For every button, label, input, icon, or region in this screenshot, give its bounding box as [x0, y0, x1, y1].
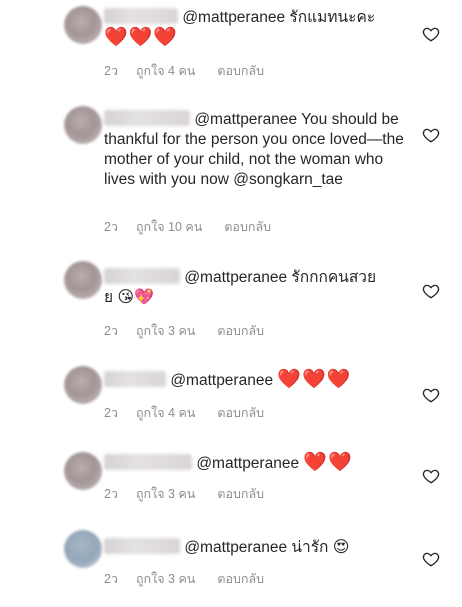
blurred-username[interactable] [104, 110, 190, 126]
blurred-username[interactable] [104, 268, 180, 284]
blurred-username[interactable] [104, 454, 192, 470]
comment-body: น่ารัก [291, 539, 329, 556]
heart-outline-icon[interactable] [422, 467, 440, 485]
like-count[interactable]: ถูกใจ 3 คน [136, 484, 195, 504]
comment-age[interactable]: 2ว [104, 403, 118, 423]
comment-meta: 2ว ถูกใจ 3 คน ตอบกลับ [104, 321, 282, 341]
comment-text: @mattperanee You should be thankful for … [104, 110, 404, 190]
like-count[interactable]: ถูกใจ 10 คน [136, 217, 202, 237]
like-count[interactable]: ถูกใจ 4 คน [136, 403, 195, 423]
blurred-username[interactable] [104, 371, 166, 387]
avatar[interactable] [64, 452, 102, 490]
comment-body: รักกกคนสวย [291, 269, 377, 286]
kiss-heart-emojis: 😘💖 [117, 289, 155, 306]
reply-button[interactable]: ตอบกลับ [217, 569, 264, 589]
comment-meta: 2ว ถูกใจ 10 คน ตอบกลับ [104, 217, 289, 237]
comment-age[interactable]: 2ว [104, 61, 118, 81]
comment-text: @mattperanee ❤️❤️ [104, 453, 404, 474]
heart-outline-icon[interactable] [422, 386, 440, 404]
heart-outline-icon[interactable] [422, 126, 440, 144]
reply-button[interactable]: ตอบกลับ [217, 484, 264, 504]
mention-link[interactable]: @mattperanee [182, 9, 285, 26]
avatar[interactable] [64, 261, 102, 299]
heart-eyes-emoji: 😍 [332, 539, 350, 556]
avatar[interactable] [64, 6, 102, 44]
comment-text: @mattperanee รักกกคนสวย ย 😘💖 [104, 268, 404, 308]
heart-outline-icon[interactable] [422, 550, 440, 568]
comment-text: @mattperanee ❤️❤️❤️ [104, 370, 404, 391]
like-count[interactable]: ถูกใจ 3 คน [136, 321, 195, 341]
comment-age[interactable]: 2ว [104, 321, 118, 341]
heart-outline-icon[interactable] [422, 25, 440, 43]
heart-emojis: ❤️❤️ [303, 452, 353, 473]
reply-button[interactable]: ตอบกลับ [217, 61, 264, 81]
mention-link[interactable]: @mattperanee [184, 269, 287, 286]
mention-link[interactable]: @mattperanee [170, 372, 273, 389]
comment-text: @mattperanee รักแมทนะคะ ❤️❤️❤️ [104, 8, 404, 49]
heart-outline-icon[interactable] [422, 282, 440, 300]
mention-link-2[interactable]: @songkarn_tae [233, 171, 343, 188]
blurred-username[interactable] [104, 8, 178, 24]
comment-body: รักแมทนะคะ [289, 9, 376, 26]
mention-link[interactable]: @mattperanee [194, 111, 297, 128]
comment-meta: 2ว ถูกใจ 4 คน ตอบกลับ [104, 403, 282, 423]
heart-emojis: ❤️❤️❤️ [104, 27, 178, 48]
comment-meta: 2ว ถูกใจ 3 คน ตอบกลับ [104, 484, 282, 504]
comment-meta: 2ว ถูกใจ 3 คน ตอบกลับ [104, 569, 282, 589]
comment-meta: 2ว ถูกใจ 4 คน ตอบกลับ [104, 61, 282, 81]
reply-button[interactable]: ตอบกลับ [224, 217, 271, 237]
comment-age[interactable]: 2ว [104, 569, 118, 589]
comment-text: @mattperanee น่ารัก 😍 [104, 538, 404, 558]
comment-body-cont: ย [104, 289, 114, 306]
avatar[interactable] [64, 366, 102, 404]
comment-age[interactable]: 2ว [104, 484, 118, 504]
avatar[interactable] [64, 530, 102, 568]
avatar[interactable] [64, 106, 102, 144]
blurred-username[interactable] [104, 538, 180, 554]
heart-emojis: ❤️❤️❤️ [277, 369, 352, 390]
reply-button[interactable]: ตอบกลับ [217, 321, 264, 341]
comment-age[interactable]: 2ว [104, 217, 118, 237]
mention-link[interactable]: @mattperanee [196, 455, 299, 472]
like-count[interactable]: ถูกใจ 3 คน [136, 569, 195, 589]
reply-button[interactable]: ตอบกลับ [217, 403, 264, 423]
mention-link[interactable]: @mattperanee [184, 539, 287, 556]
like-count[interactable]: ถูกใจ 4 คน [136, 61, 195, 81]
